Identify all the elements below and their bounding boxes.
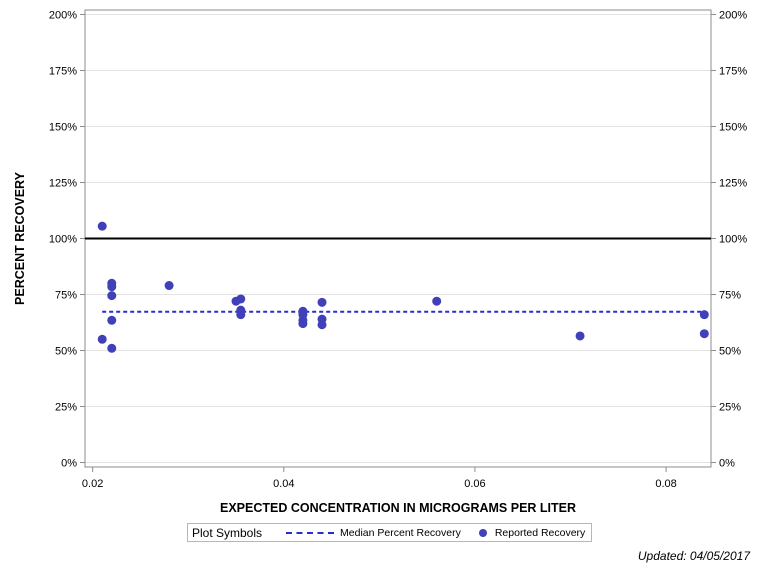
dot-icon xyxy=(478,528,487,537)
legend-title: Plot Symbols xyxy=(192,525,263,540)
data-point xyxy=(298,319,308,329)
data-point xyxy=(432,296,442,306)
y-tick-label-right: 125% xyxy=(719,177,747,189)
x-tick-label: 0.04 xyxy=(273,478,294,490)
data-point xyxy=(107,282,117,292)
y-tick-label-right: 100% xyxy=(719,234,747,246)
axis-ticks: 0% 0% 25% 25% 50% 50% 75% 75% 100% 100% 125% 125% 15… xyxy=(49,9,747,490)
x-axis-title: EXPECTED CONCENTRATION IN MICROGRAMS PER… xyxy=(220,501,576,515)
data-point xyxy=(107,315,117,325)
x-tick-label: 0.08 xyxy=(655,478,676,490)
y-tick-label-right: 150% xyxy=(719,121,747,133)
y-tick-label-right: 75% xyxy=(719,290,741,302)
y-tick-label-right: 200% xyxy=(719,9,747,21)
data-point xyxy=(97,221,107,231)
data-point xyxy=(97,334,107,344)
data-point xyxy=(236,310,246,320)
y-tick-label-left: 150% xyxy=(49,121,77,133)
y-tick-label-left: 0% xyxy=(61,458,77,470)
updated-date: Updated: 04/05/2017 xyxy=(637,549,750,563)
y-tick-label-right: 50% xyxy=(719,346,741,358)
y-axis-title: PERCENT RECOVERY xyxy=(13,171,27,305)
data-point xyxy=(107,291,117,301)
dashed-line-icon xyxy=(286,531,335,534)
y-tick-label-left: 200% xyxy=(49,9,77,21)
chart-svg: 0% 0% 25% 25% 50% 50% 75% 75% 100% 100% 125% 125% 15… xyxy=(13,9,747,515)
y-tick-label-left: 100% xyxy=(49,234,77,246)
data-point xyxy=(236,294,246,304)
data-point xyxy=(164,281,174,291)
y-tick-label-left: 50% xyxy=(55,346,77,358)
y-tick-label-left: 125% xyxy=(49,177,77,189)
data-point xyxy=(699,310,709,320)
y-tick-label-right: 25% xyxy=(719,402,741,414)
x-tick-label: 0.02 xyxy=(82,478,103,490)
legend: Plot Symbols Median Percent Recovery Rep… xyxy=(187,523,593,542)
y-tick-label-left: 175% xyxy=(49,65,77,77)
y-tick-label-right: 0% xyxy=(719,458,735,470)
x-tick-label: 0.06 xyxy=(464,478,485,490)
y-tick-label-right: 175% xyxy=(719,65,747,77)
legend-item-reported: Reported Recovery xyxy=(475,527,585,539)
data-point xyxy=(317,297,327,307)
y-tick-label-left: 25% xyxy=(55,402,77,414)
y-tick-label-left: 75% xyxy=(55,290,77,302)
legend-label-median: Median Percent Recovery xyxy=(340,526,461,539)
data-point xyxy=(575,331,585,341)
data-points xyxy=(97,221,709,353)
reference-lines xyxy=(85,237,711,313)
legend-item-median: Median Percent Recovery xyxy=(286,527,461,539)
legend-label-reported: Reported Recovery xyxy=(494,526,586,539)
data-point xyxy=(317,320,327,330)
data-point xyxy=(107,343,117,353)
data-point xyxy=(699,329,709,339)
